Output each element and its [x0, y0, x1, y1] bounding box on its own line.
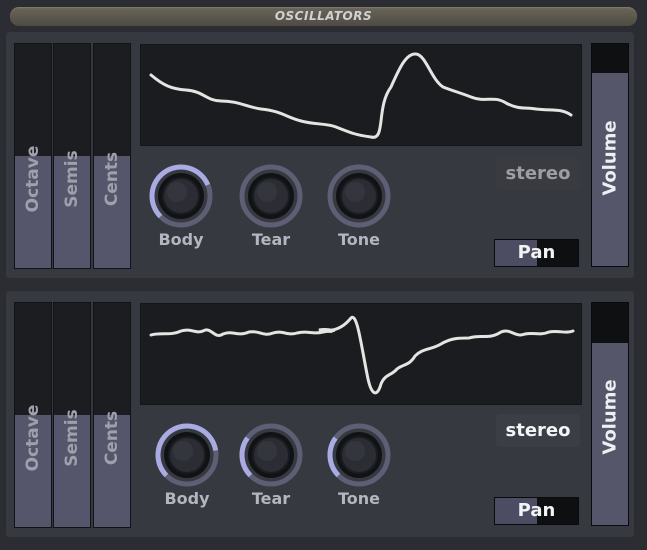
oscillator-1-panel: Octave Semis Cents Body Tear Tone stereo… — [5, 31, 635, 279]
body-knob[interactable] — [153, 421, 221, 489]
waveform-plot — [149, 52, 573, 139]
tone-knob[interactable] — [325, 421, 393, 489]
body-knob[interactable] — [147, 162, 215, 230]
volume-slider[interactable]: Volume — [591, 302, 629, 526]
waveform-plot — [149, 315, 575, 395]
tear-knob-group: Tear — [231, 162, 311, 252]
pan-slider[interactable]: Pan — [494, 497, 579, 525]
octave-label: Octave — [23, 145, 43, 213]
section-title: OSCILLATORS — [274, 9, 373, 23]
stereo-button-label: stereo — [505, 163, 571, 184]
tear-knob[interactable] — [237, 162, 305, 230]
tear-knob-group: Tear — [231, 421, 311, 511]
section-header: OSCILLATORS — [10, 7, 637, 26]
volume-label: Volume — [599, 120, 621, 196]
octave-slider[interactable]: Octave — [14, 43, 52, 269]
waveform-line — [149, 52, 573, 139]
waveform-display — [140, 303, 582, 405]
pan-label: Pan — [517, 500, 556, 521]
tone-knob-group: Tone — [319, 421, 399, 511]
cents-label: Cents — [102, 151, 122, 207]
oscillator-2-panel: Octave Semis Cents Body Tear Tone stereo… — [5, 290, 635, 538]
semis-slider[interactable]: Semis — [53, 302, 91, 528]
body-knob-label: Body — [158, 230, 204, 249]
body-knob-group: Body — [147, 421, 227, 511]
waveform-line — [149, 315, 575, 395]
tone-knob-label: Tone — [337, 489, 381, 508]
tear-knob[interactable] — [237, 421, 305, 489]
octave-label: Octave — [23, 404, 43, 472]
tone-knob[interactable] — [325, 162, 393, 230]
tone-knob-group: Tone — [319, 162, 399, 252]
tone-knob-label: Tone — [337, 230, 381, 249]
cents-slider[interactable]: Cents — [93, 302, 131, 528]
cents-label: Cents — [102, 410, 122, 466]
stereo-button[interactable]: stereo — [496, 414, 580, 447]
semis-label: Semis — [62, 409, 82, 467]
pan-slider[interactable]: Pan — [494, 239, 579, 267]
pan-label: Pan — [517, 242, 556, 263]
volume-label: Volume — [599, 379, 621, 455]
semis-label: Semis — [62, 150, 82, 208]
cents-slider[interactable]: Cents — [93, 43, 131, 269]
stereo-button-label: stereo — [505, 420, 571, 441]
volume-slider[interactable]: Volume — [591, 43, 629, 267]
tear-knob-label: Tear — [251, 489, 291, 508]
body-knob-group: Body — [141, 162, 221, 252]
stereo-button[interactable]: stereo — [496, 157, 580, 190]
semis-slider[interactable]: Semis — [53, 43, 91, 269]
octave-slider[interactable]: Octave — [14, 302, 52, 528]
waveform-display — [140, 44, 582, 146]
tear-knob-label: Tear — [251, 230, 291, 249]
body-knob-label: Body — [164, 489, 210, 508]
